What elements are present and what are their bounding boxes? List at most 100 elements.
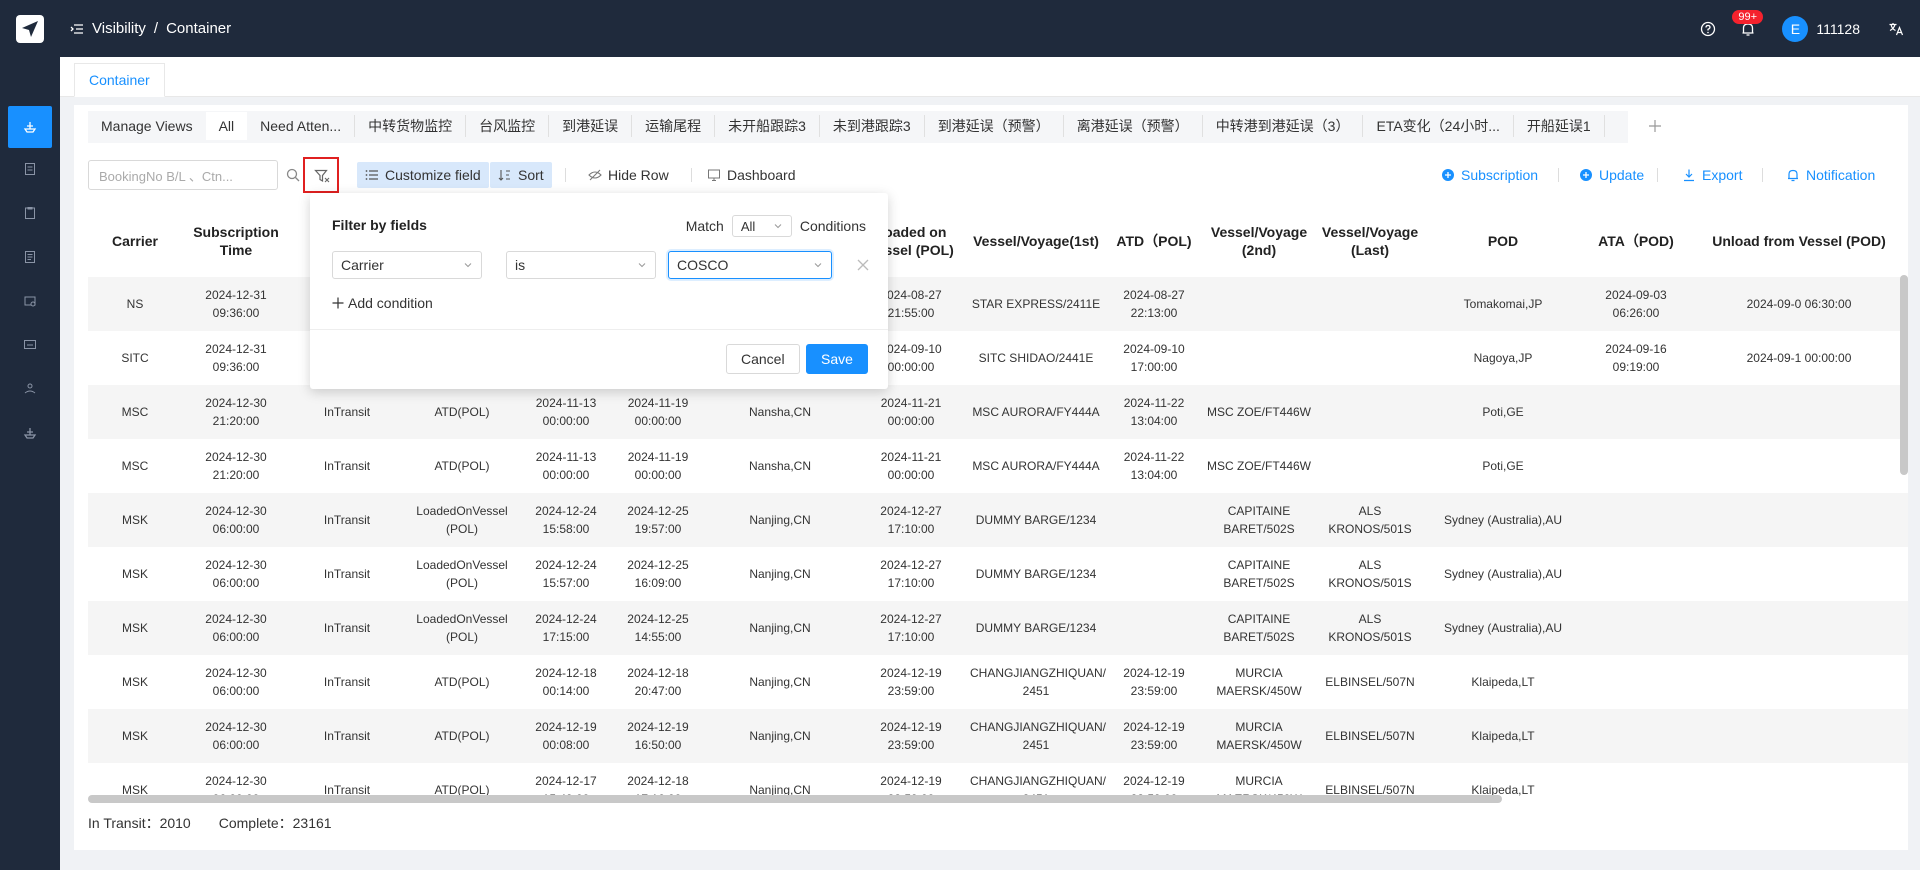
value-select[interactable]: COSCO (668, 251, 832, 279)
horizontal-scrollbar[interactable] (88, 795, 1502, 803)
table-cell[interactable]: Sydney (Australia),AU (1424, 601, 1582, 655)
table-cell: MSK (88, 601, 182, 655)
column-header[interactable]: ATA（POD) (1582, 205, 1690, 277)
customize-field-button[interactable]: Customize field (357, 162, 489, 188)
table-cell (1106, 547, 1202, 601)
app-logo[interactable] (16, 15, 44, 43)
table-row[interactable]: MSK2024-12-30 06:00:00InTransitATD(POL)2… (88, 709, 1908, 763)
table-cell[interactable]: Poti,GE (1424, 439, 1582, 493)
sidebar-item-tracking[interactable] (0, 368, 60, 410)
view-tab[interactable]: Need Atten... (247, 115, 356, 137)
sidebar-item-booking[interactable] (0, 192, 60, 234)
operator-select[interactable]: is (506, 251, 656, 279)
dashboard-button[interactable]: Dashboard (699, 162, 804, 188)
table-cell: CHANGJIANGZHIQUAN/ 2451 (966, 709, 1106, 763)
sidebar-item-reports[interactable] (0, 324, 60, 366)
table-cell: 2024-12-17 15:49:00 (520, 763, 612, 817)
avatar[interactable]: E (1782, 15, 1809, 42)
save-button[interactable]: Save (806, 344, 868, 374)
view-tab[interactable]: ETA变化（24小时... (1363, 115, 1514, 137)
column-header[interactable]: Vessel/Voyage (2nd) (1202, 205, 1316, 277)
table-cell: InTransit (290, 385, 404, 439)
sidebar-item-cargo[interactable] (0, 280, 60, 322)
table-cell[interactable]: Sydney (Australia),AU (1424, 493, 1582, 547)
sidebar-item-visibility[interactable] (8, 106, 52, 148)
view-tab[interactable]: 到港延误 (549, 115, 633, 137)
table-row[interactable]: MSK2024-12-30 06:00:00InTransitATD(POL)2… (88, 655, 1908, 709)
table-row[interactable]: MSK 2024-12-30 06:00:00 InTransit LoadedOnV… (88, 547, 1908, 601)
column-header[interactable]: ATD（POL) (1106, 205, 1202, 277)
table-cell[interactable]: Klaipeda,LT (1424, 709, 1582, 763)
table-row[interactable]: MSC 2024-12-30 21:20:00 InTransit ATD(POL) 2… (88, 439, 1908, 493)
notification-button[interactable]: Notification (1786, 162, 1875, 188)
sidebar-item-orders[interactable] (0, 148, 60, 190)
page-tab-container[interactable]: Container (74, 63, 165, 97)
table-cell: Nanjing,CN (704, 547, 856, 601)
menu-fold-icon[interactable] (70, 22, 84, 36)
view-tab[interactable]: 到港延误（预警） (925, 115, 1064, 137)
view-tab[interactable]: 未到港跟踪3 (820, 115, 925, 137)
match-select[interactable]: All (731, 215, 792, 237)
update-button[interactable]: Update (1579, 162, 1644, 188)
help-icon[interactable] (1700, 21, 1716, 37)
sort-button[interactable]: Sort (490, 162, 552, 188)
document-icon (25, 163, 35, 175)
field-select[interactable]: Carrier (332, 251, 482, 279)
view-tab[interactable]: 台风监控 (466, 115, 550, 137)
table-cell[interactable]: Poti,GE (1424, 385, 1582, 439)
search-input[interactable]: BookingNo B/L 、Ctn... (88, 160, 278, 190)
table-row[interactable]: MSK 2024-12-30 06:00:00 InTransit LoadedOnV… (88, 493, 1908, 547)
page-tabs: Container (60, 57, 1920, 97)
user-id[interactable]: 111128 (1816, 21, 1860, 37)
filter-button[interactable] (303, 157, 339, 193)
table-cell[interactable]: Klaipeda,LT (1424, 763, 1582, 817)
column-header[interactable]: Unload from Vessel (POD) (1690, 205, 1908, 277)
column-header[interactable]: Subscription Time (182, 205, 290, 277)
view-tab-manage-views[interactable]: Manage Views (88, 115, 206, 137)
view-tab[interactable]: 运输尾程 (632, 115, 716, 137)
vertical-scrollbar[interactable] (1900, 275, 1908, 475)
view-tab[interactable]: 中转港到港延误（3） (1203, 115, 1364, 137)
table-row[interactable]: MSK 2024-12-30 06:00:00 InTransit LoadedOnV… (88, 601, 1908, 655)
cancel-button[interactable]: Cancel (726, 344, 800, 374)
column-header[interactable]: Vessel/Voyage(1st) (966, 205, 1106, 277)
table-row[interactable]: MSC 2024-12-30 21:20:00 InTransit ATD(POL) 2… (88, 385, 1908, 439)
table-cell: 2024-12-25 14:55:00 (612, 601, 704, 655)
column-header[interactable]: Vessel/Voyage (Last) (1316, 205, 1424, 277)
breadcrumb-root[interactable]: Visibility (92, 20, 146, 37)
export-button[interactable]: Export (1682, 162, 1742, 188)
view-tab[interactable]: 中转货物监控 (355, 115, 467, 137)
column-header[interactable]: Carrier (88, 205, 182, 277)
value-select-value: COSCO (677, 257, 729, 273)
table-cell: MSC (88, 385, 182, 439)
table-cell: ELBINSEL/507N (1316, 763, 1424, 817)
hide-row-button[interactable]: Hide Row (580, 162, 677, 188)
view-tab-all[interactable]: All (205, 112, 248, 140)
table-row[interactable]: MSK2024-12-30 06:00:00InTransitATD(POL)2… (88, 763, 1908, 817)
table-cell[interactable]: Tomakomai,JP (1424, 277, 1582, 331)
remove-condition-icon[interactable] (856, 258, 870, 272)
add-view-button[interactable] (1635, 115, 1675, 137)
table-cell[interactable]: Nagoya,JP (1424, 331, 1582, 385)
sidebar-item-vessel[interactable] (0, 412, 60, 454)
conditions-label: Conditions (799, 218, 866, 234)
view-tab[interactable]: 开船延误1 (1514, 115, 1605, 137)
table-cell: MSK (88, 763, 182, 817)
search-icon[interactable] (286, 168, 300, 182)
table-cell: 2024-12-18 20:47:00 (612, 655, 704, 709)
table-cell: InTransit (290, 655, 404, 709)
translate-icon[interactable] (1888, 21, 1904, 37)
view-tab[interactable]: 未开船跟踪3 (715, 115, 820, 137)
sidebar-item-documents[interactable] (0, 236, 60, 278)
table-cell[interactable]: Klaipeda,LT (1424, 655, 1582, 709)
table-cell: 2024-12-19 23:59:00 (856, 763, 966, 817)
toolbar-divider (1558, 168, 1559, 182)
table-cell[interactable]: Sydney (Australia),AU (1424, 547, 1582, 601)
table-cell: 2024-12-31 09:36:00 (182, 277, 290, 331)
column-header[interactable]: POD (1424, 205, 1582, 277)
subscription-button[interactable]: Subscription (1441, 162, 1538, 188)
table-cell: 2024-11-13 00:00:00 (520, 439, 612, 493)
notification-bell[interactable]: 99+ (1732, 0, 1764, 57)
add-condition-button[interactable]: Add condition (332, 295, 433, 311)
view-tab[interactable]: 离港延误（预警） (1064, 115, 1203, 137)
